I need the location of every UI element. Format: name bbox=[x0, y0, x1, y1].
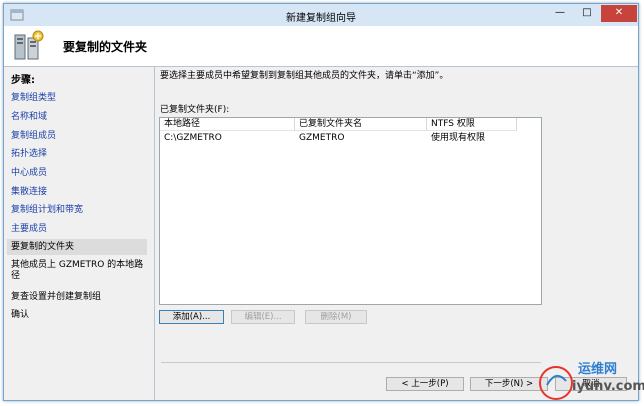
wizard-window: 新建复制组向导 — □ ✕ 要复制的文件夹 步骤: 复制组类型 名称和域 复制组… bbox=[3, 3, 639, 401]
replicated-folders-label: 已复制文件夹(F): bbox=[160, 105, 230, 115]
close-button[interactable]: ✕ bbox=[601, 5, 637, 22]
watermark-url: iyunv.com bbox=[572, 379, 644, 394]
page-title: 要复制的文件夹 bbox=[63, 40, 148, 54]
step-group-members[interactable]: 复制组成员 bbox=[11, 130, 147, 142]
next-button[interactable]: 下一步(N) > bbox=[470, 377, 548, 391]
footer-divider bbox=[161, 362, 541, 363]
step-schedule-bandwidth[interactable]: 复制组计划和带宽 bbox=[11, 204, 147, 216]
row-ntfs-permissions[interactable]: 使用现有权限 bbox=[427, 132, 527, 144]
step-replication-group-type[interactable]: 复制组类型 bbox=[11, 92, 147, 104]
minimize-button[interactable]: — bbox=[547, 5, 573, 22]
step-hub-connections[interactable]: 集散连接 bbox=[11, 186, 147, 198]
watermark-text: 运维网 bbox=[578, 362, 618, 377]
instruction-text: 要选择主要成员中希望复制到复制组其他成员的文件夹，请单击“添加”。 bbox=[160, 71, 449, 81]
steps-heading: 步骤: bbox=[11, 75, 35, 86]
step-name-and-domain[interactable]: 名称和域 bbox=[11, 111, 147, 123]
step-folders-to-replicate: 要复制的文件夹 bbox=[7, 239, 147, 255]
step-local-path-other-members: 其他成员上 GZMETRO 的本地路径 bbox=[11, 260, 144, 281]
replicated-folders-list[interactable]: 本地路径 已复制文件夹名 NTFS 权限 C:\GZMETRO GZMETRO … bbox=[159, 117, 542, 305]
wizard-steps: 步骤: 复制组类型 名称和域 复制组成员 拓扑选择 中心成员 集散连接 复制组计… bbox=[4, 67, 154, 400]
wizard-content: 要选择主要成员中希望复制到复制组其他成员的文件夹，请单击“添加”。 已复制文件夹… bbox=[155, 67, 638, 400]
delete-button[interactable]: 删除(M) bbox=[305, 310, 367, 324]
window-title: 新建复制组向导 bbox=[286, 13, 356, 24]
step-confirmation: 确认 bbox=[11, 310, 30, 320]
watermark: 运维网 iyunv.com bbox=[538, 355, 644, 405]
wizard-header: 要复制的文件夹 bbox=[4, 26, 638, 67]
title-bar[interactable]: 新建复制组向导 — □ ✕ bbox=[4, 4, 638, 26]
add-button[interactable]: 添加(A)... bbox=[159, 310, 224, 324]
replication-wizard-icon bbox=[14, 30, 44, 60]
row-local-path[interactable]: C:\GZMETRO bbox=[160, 132, 295, 144]
step-hub-members[interactable]: 中心成员 bbox=[11, 167, 147, 179]
back-button[interactable]: < 上一步(P) bbox=[386, 377, 464, 391]
step-primary-member[interactable]: 主要成员 bbox=[11, 223, 147, 235]
step-review-settings: 复查设置并创建复制组 bbox=[11, 292, 102, 302]
column-header-local-path[interactable]: 本地路径 bbox=[160, 118, 295, 131]
step-topology[interactable]: 拓扑选择 bbox=[11, 148, 147, 160]
row-folder-name[interactable]: GZMETRO bbox=[295, 132, 427, 144]
maximize-button[interactable]: □ bbox=[574, 5, 600, 22]
column-header-folder-name[interactable]: 已复制文件夹名 bbox=[295, 118, 427, 131]
column-header-ntfs-permissions[interactable]: NTFS 权限 bbox=[427, 118, 517, 131]
edit-button[interactable]: 编辑(E)... bbox=[231, 310, 295, 324]
